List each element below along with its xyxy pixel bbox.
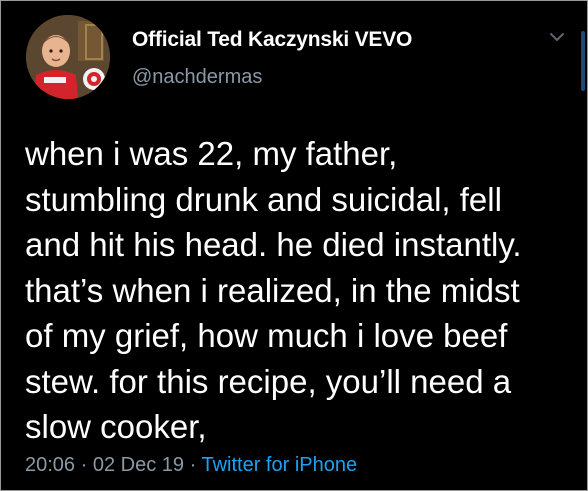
tweet-text-line: when i was 22, my father, <box>25 135 398 172</box>
chevron-down-icon[interactable] <box>549 31 565 43</box>
author-display-name[interactable]: Official Ted Kaczynski VEVO <box>132 28 412 52</box>
tweet-text-line: that’s when i realized, in the midst <box>25 271 520 309</box>
author-handle[interactable]: @nachdermas <box>132 66 262 89</box>
tweet-date[interactable]: 02 Dec 19 <box>93 454 184 476</box>
tweet-text-line: stumbling drunk and suicidal, fell <box>25 180 502 218</box>
tweet-source-link[interactable]: Twitter for iPhone <box>201 454 357 476</box>
tweet-time[interactable]: 20:06 <box>25 454 75 476</box>
meta-separator: · <box>189 454 197 476</box>
tweet-text-line: slow cooker, <box>25 408 207 445</box>
tweet-text-line: stew. for this recipe, you’ll need a <box>25 362 512 400</box>
meta-separator: · <box>80 454 88 476</box>
tweet-text: when i was 22, my father, stumbling drun… <box>25 131 575 450</box>
tweet-meta: 20:06 · 02 Dec 19 · Twitter for iPhone <box>25 454 357 477</box>
avatar-image <box>26 15 110 99</box>
tweet-text-line: and hit his head. he died instantly. <box>25 226 522 263</box>
scroll-indicator <box>581 31 585 91</box>
tweet-text-line: of my grief, how much i love beef <box>25 317 508 354</box>
tweet-card: Official Ted Kaczynski VEVO @nachdermas … <box>0 0 588 491</box>
avatar[interactable] <box>26 15 110 99</box>
